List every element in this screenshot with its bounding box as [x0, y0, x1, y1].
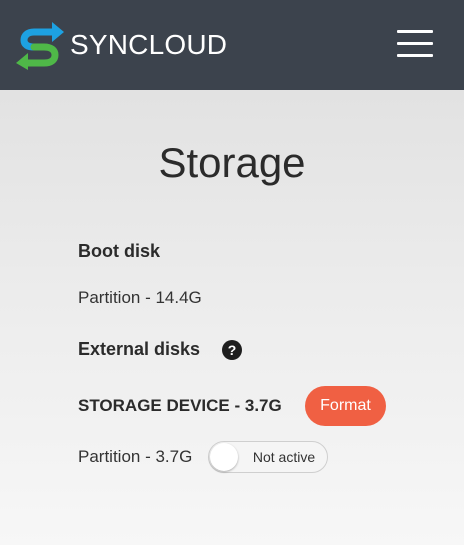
hamburger-menu-icon[interactable]: [397, 30, 433, 58]
partition-activate-toggle[interactable]: Not active: [208, 441, 328, 473]
main-content: Storage Boot disk Partition - 14.4G Exte…: [0, 90, 464, 545]
external-partition-label: Partition - 3.7G: [78, 447, 193, 466]
boot-disk-title: Boot disk: [78, 241, 161, 261]
toggle-label: Not active: [252, 449, 316, 465]
boot-partition-label: Partition - 14.4G: [78, 288, 202, 307]
toggle-knob: [210, 443, 238, 471]
app-header: SYNCLOUD: [0, 0, 464, 90]
menu-line: [397, 54, 433, 57]
external-disks-title: External disks: [78, 339, 201, 359]
menu-line: [397, 42, 433, 45]
menu-line: [397, 30, 433, 33]
question-circle-icon[interactable]: ?: [222, 340, 242, 360]
page-title: Storage: [158, 139, 306, 186]
device-name: STORAGE DEVICE - 3.7G: [78, 396, 282, 415]
brand-name[interactable]: SYNCLOUD: [70, 28, 227, 62]
syncloud-logo-icon[interactable]: [14, 18, 66, 70]
format-button[interactable]: Format: [305, 386, 386, 426]
